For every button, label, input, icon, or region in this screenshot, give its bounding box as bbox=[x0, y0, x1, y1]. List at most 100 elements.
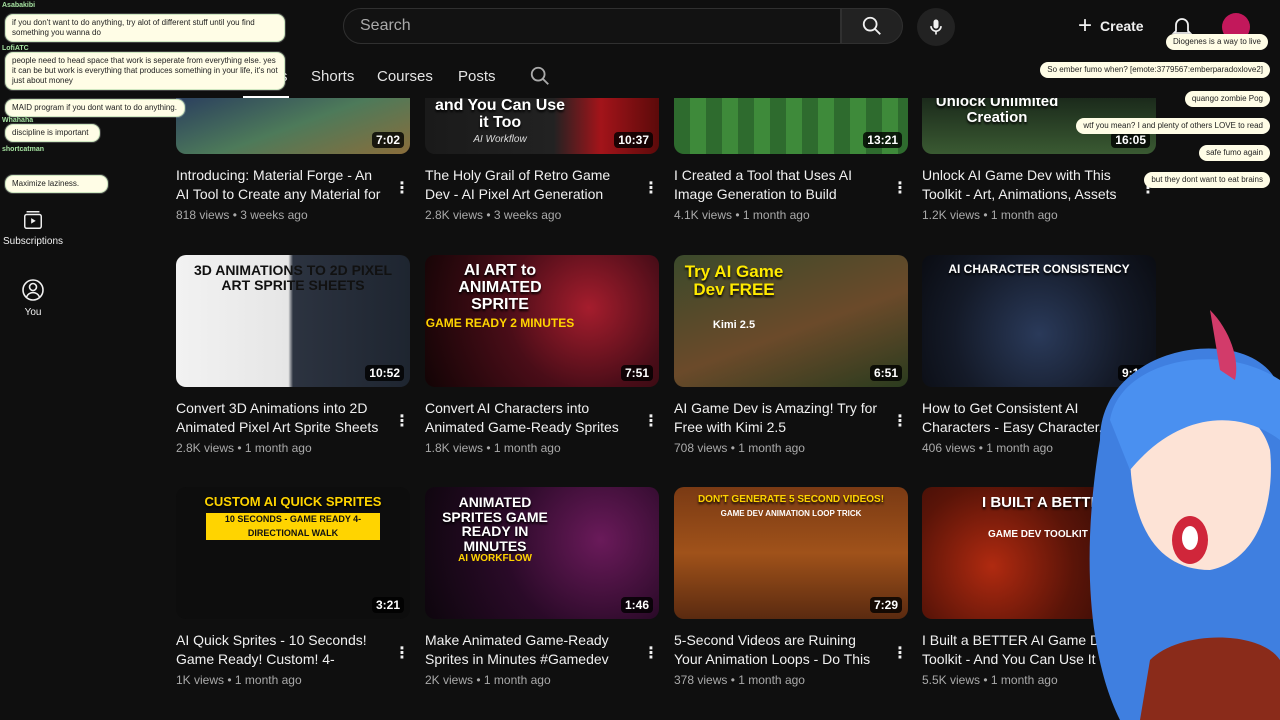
video-duration: 7:02 bbox=[371, 132, 404, 148]
video-age: 1 month ago bbox=[990, 673, 1058, 687]
video-age: 1 month ago bbox=[493, 441, 561, 455]
create-label: Create bbox=[1100, 18, 1144, 34]
thumbnail-text: DON'T GENERATE 5 SECOND VIDEOS! bbox=[697, 494, 885, 505]
video-card[interactable]: DON'T GENERATE 5 SECOND VIDEOS! GAME DEV… bbox=[674, 487, 908, 687]
video-title[interactable]: Convert 3D Animations into 2D Animated P… bbox=[176, 399, 410, 437]
chat-message: discipline is important bbox=[5, 124, 100, 142]
video-views: 4.1K views bbox=[674, 208, 733, 222]
more-actions-icon[interactable]: ⋮ bbox=[892, 646, 908, 662]
video-thumbnail[interactable]: ANIMATED SPRITES GAME READY IN MINUTES A… bbox=[425, 487, 659, 619]
video-duration: 10:37 bbox=[614, 132, 653, 148]
video-thumbnail[interactable]: CUSTOM AI QUICK SPRITES 10 SECONDS - GAM… bbox=[176, 487, 410, 619]
video-views: 2.8K views bbox=[176, 441, 235, 455]
video-age: 1 month ago bbox=[483, 673, 551, 687]
video-card[interactable]: CUSTOM AI QUICK SPRITES 10 SECONDS - GAM… bbox=[176, 487, 410, 687]
video-views: 1.8K views bbox=[425, 441, 484, 455]
more-actions-icon[interactable]: ⋮ bbox=[394, 646, 410, 662]
video-thumbnail[interactable]: 13:21 bbox=[674, 98, 908, 154]
search-input[interactable] bbox=[360, 17, 840, 35]
video-views: 406 views bbox=[922, 441, 976, 455]
tab-posts[interactable]: Posts bbox=[458, 68, 496, 85]
account-circle-icon bbox=[22, 279, 44, 301]
video-age: 3 weeks ago bbox=[493, 208, 562, 222]
create-button[interactable]: + Create bbox=[1068, 8, 1158, 44]
video-duration: 16:05 bbox=[1111, 132, 1150, 148]
chat-username: shortcatman bbox=[2, 146, 45, 153]
chat-message: if you don't want to do anything, try al… bbox=[5, 14, 285, 42]
video-duration: 7:51 bbox=[620, 365, 653, 381]
tab-courses[interactable]: Courses bbox=[377, 68, 433, 85]
thumbnail-text: AI CHARACTER CONSISTENCY bbox=[948, 262, 1130, 276]
video-thumbnail[interactable]: AI ART to ANIMATED SPRITE GAME READY 2 M… bbox=[425, 255, 659, 387]
chat-message: wtf you mean? I and plenty of others LOV… bbox=[1076, 118, 1270, 134]
video-card[interactable]: and You Can Use it Too AI Workflow 10:37… bbox=[425, 98, 659, 222]
more-actions-icon[interactable]: ⋮ bbox=[643, 414, 659, 430]
video-title[interactable]: The Holy Grail of Retro Game Dev - AI Pi… bbox=[425, 166, 659, 204]
chat-message: quango zombie Pog bbox=[1184, 91, 1270, 107]
video-card[interactable]: 7:02 Introducing: Material Forge - An AI… bbox=[176, 98, 410, 222]
chat-message: but they dont want to eat brains bbox=[1144, 172, 1270, 188]
video-age: 1 month ago bbox=[244, 441, 312, 455]
video-views: 1.2K views bbox=[922, 208, 981, 222]
chat-username: LofiATC bbox=[2, 45, 29, 52]
thumbnail-text: AI ART to ANIMATED SPRITE bbox=[458, 262, 542, 313]
tab-shorts[interactable]: Shorts bbox=[311, 68, 354, 85]
video-views: 1K views bbox=[176, 673, 225, 687]
sidebar-item-label: Subscriptions bbox=[2, 236, 64, 247]
video-title[interactable]: I Created a Tool that Uses AI Image Gene… bbox=[674, 166, 908, 204]
plus-icon: + bbox=[1078, 12, 1093, 39]
video-views: 2K views bbox=[425, 673, 474, 687]
voice-search-button[interactable] bbox=[917, 8, 955, 46]
video-card[interactable]: 3D ANIMATIONS TO 2D PIXEL ART SPRITE SHE… bbox=[176, 255, 410, 455]
subscriptions-icon bbox=[24, 211, 42, 229]
video-title[interactable]: Make Animated Game-Ready Sprites in Minu… bbox=[425, 631, 659, 669]
video-card[interactable]: Try AI Game Dev FREE Kimi 2.5 6:51 AI Ga… bbox=[674, 255, 908, 455]
video-title[interactable]: Convert AI Characters into Animated Game… bbox=[425, 399, 659, 437]
video-thumbnail[interactable]: Try AI Game Dev FREE Kimi 2.5 6:51 bbox=[674, 255, 908, 387]
sidebar-item-subscriptions[interactable]: Subscriptions bbox=[0, 209, 66, 247]
more-actions-icon[interactable]: ⋮ bbox=[892, 181, 908, 197]
video-card[interactable]: ANIMATED SPRITES GAME READY IN MINUTES A… bbox=[425, 487, 659, 687]
chat-message: MAID program if you dont want to do anyt… bbox=[5, 99, 185, 117]
thumbnail-text: ANIMATED SPRITES GAME READY IN MINUTES bbox=[442, 494, 548, 555]
video-title[interactable]: AI Game Dev is Amazing! Try for Free wit… bbox=[674, 399, 908, 437]
video-card[interactable]: AI ART to ANIMATED SPRITE GAME READY 2 M… bbox=[425, 255, 659, 455]
video-duration: 1:46 bbox=[620, 597, 653, 613]
thumbnail-text: Try AI Game Dev FREE bbox=[684, 262, 784, 299]
video-title[interactable]: Unlock AI Game Dev with This Toolkit - A… bbox=[922, 166, 1156, 204]
video-age: 1 month ago bbox=[738, 673, 805, 687]
video-title[interactable]: Introducing: Material Forge - An AI Tool… bbox=[176, 166, 410, 204]
video-title[interactable]: 5-Second Videos are Ruining Your Animati… bbox=[674, 631, 908, 669]
video-age: 1 month ago bbox=[742, 208, 810, 222]
search-bar[interactable] bbox=[343, 8, 841, 44]
thumbnail-subtext: 10 SECONDS - GAME READY 4-DIRECTIONAL WA… bbox=[206, 513, 380, 540]
channel-search-icon[interactable] bbox=[529, 65, 551, 87]
video-age: 3 weeks ago bbox=[240, 208, 308, 222]
chat-username: Whahaha bbox=[2, 117, 34, 124]
video-title[interactable]: AI Quick Sprites - 10 Seconds! Game Read… bbox=[176, 631, 410, 669]
more-actions-icon[interactable]: ⋮ bbox=[643, 646, 659, 662]
thumbnail-subtext: AI Workflow bbox=[473, 134, 527, 145]
more-actions-icon[interactable]: ⋮ bbox=[394, 414, 410, 430]
video-thumbnail[interactable]: 3D ANIMATIONS TO 2D PIXEL ART SPRITE SHE… bbox=[176, 255, 410, 387]
chat-message: Diogenes is a way to live bbox=[1165, 34, 1268, 50]
search-button[interactable] bbox=[841, 8, 903, 44]
thumbnail-subtext: Kimi 2.5 bbox=[712, 319, 756, 331]
video-duration: 6:51 bbox=[869, 365, 902, 381]
video-views: 818 views bbox=[176, 208, 230, 222]
search-icon bbox=[862, 16, 881, 35]
thumbnail-subtext: GAME DEV ANIMATION LOOP TRICK bbox=[720, 509, 862, 518]
video-card[interactable]: Unlock Unlimited Creation 16:05 Unlock A… bbox=[922, 98, 1156, 222]
more-actions-icon[interactable]: ⋮ bbox=[892, 414, 908, 430]
chat-message: So ember fumo when? [emote:3779567:ember… bbox=[1040, 62, 1270, 78]
video-thumbnail[interactable]: and You Can Use it Too AI Workflow 10:37 bbox=[425, 98, 659, 154]
vtuber-avatar-overlay bbox=[1089, 310, 1280, 720]
more-actions-icon[interactable]: ⋮ bbox=[643, 181, 659, 197]
video-card[interactable]: 13:21 I Created a Tool that Uses AI Imag… bbox=[674, 98, 908, 222]
video-thumbnail[interactable]: DON'T GENERATE 5 SECOND VIDEOS! GAME DEV… bbox=[674, 487, 908, 619]
video-duration: 10:52 bbox=[365, 365, 404, 381]
more-actions-icon[interactable]: ⋮ bbox=[394, 181, 410, 197]
video-duration: 13:21 bbox=[863, 132, 902, 148]
sidebar-item-you[interactable]: You bbox=[0, 278, 66, 318]
video-thumbnail[interactable]: 7:02 bbox=[176, 98, 410, 154]
